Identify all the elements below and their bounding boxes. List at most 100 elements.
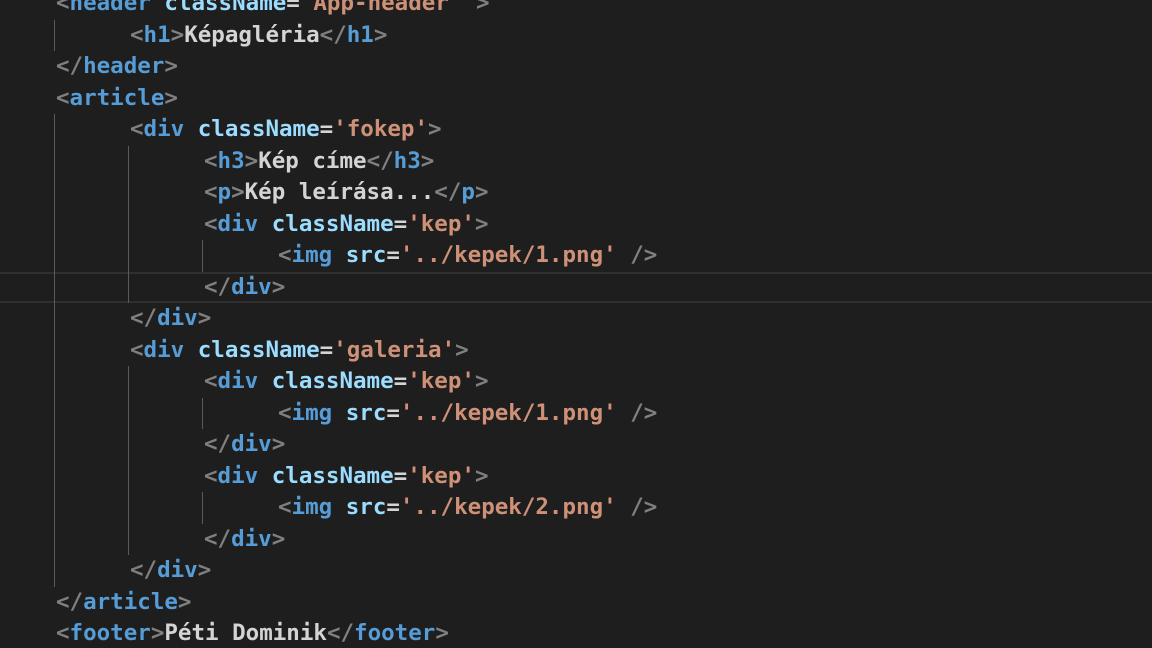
indent-guide	[54, 114, 55, 587]
code-token: header	[69, 0, 151, 16]
code-token: </	[56, 588, 84, 615]
code-token: src	[345, 494, 387, 520]
code-token: h3	[393, 147, 421, 174]
code-token: img	[291, 399, 333, 426]
code-line[interactable]: <div className='fokep'>	[0, 114, 1152, 146]
code-token: <	[278, 399, 292, 426]
code-editor[interactable]: <header className='App-header' > <h1>Képa…	[0, 0, 1152, 648]
code-token: </	[326, 620, 355, 646]
code-line[interactable]: <div className='kep'>	[0, 461, 1152, 493]
code-line-text: <div className='kep'>	[204, 366, 488, 398]
code-token: </	[319, 21, 347, 48]
code-line-text: </div>	[204, 524, 285, 556]
code-line[interactable]: <img src='../kepek/1.png' />	[0, 240, 1152, 272]
code-token: footer	[69, 620, 151, 646]
code-token: </	[56, 53, 84, 79]
code-line[interactable]: <footer>Péti Dominik</footer>	[0, 618, 1152, 648]
code-line[interactable]: </div>	[0, 524, 1152, 556]
code-token: <	[56, 84, 70, 111]
code-token: >	[271, 525, 286, 552]
code-line[interactable]: </header>	[0, 51, 1152, 83]
code-token: <	[56, 0, 70, 16]
code-token: className	[197, 116, 320, 142]
code-line[interactable]: <p>Kép leírása...</p>	[0, 177, 1152, 209]
code-token: =	[393, 462, 408, 489]
code-line[interactable]: <article>	[0, 83, 1152, 115]
code-token: <	[204, 147, 218, 174]
code-line[interactable]: <div className='kep'>	[0, 366, 1152, 398]
code-token: =	[319, 336, 334, 363]
code-line[interactable]: <header className='App-header' >	[0, 0, 1152, 20]
code-token: >	[177, 588, 192, 615]
code-token: >	[420, 147, 435, 174]
code-line[interactable]: </div>	[0, 303, 1152, 335]
code-token: className	[271, 368, 394, 394]
code-token: <	[130, 21, 144, 48]
code-line-text: </div>	[204, 429, 285, 461]
code-token: Kép leírása...	[244, 179, 435, 205]
active-code-line[interactable]: </div>	[0, 271, 1152, 303]
code-token: article	[69, 84, 165, 111]
code-token: Képagléria	[184, 21, 320, 48]
code-token: div	[143, 116, 185, 142]
code-token: <	[278, 242, 292, 268]
code-line[interactable]: <h3>Kép címe</h3>	[0, 146, 1152, 178]
code-token: />	[630, 494, 658, 520]
code-token: '../kepek/2.png'	[399, 494, 617, 520]
code-line[interactable]: <div className='kep'>	[0, 209, 1152, 241]
code-line-text: </header>	[56, 51, 178, 83]
code-line[interactable]: </div>	[0, 429, 1152, 461]
code-line[interactable]: </div>	[0, 555, 1152, 587]
code-token: src	[345, 242, 387, 268]
code-token: article	[83, 588, 178, 615]
code-token: </	[366, 147, 394, 174]
code-token: p	[217, 179, 232, 205]
code-token: >	[475, 0, 490, 16]
code-token: img	[291, 242, 333, 268]
code-line-text: </article>	[56, 587, 191, 619]
code-token: >	[231, 179, 245, 205]
code-line-text: </div>	[130, 555, 211, 587]
code-token: 'App-header'	[299, 0, 463, 16]
code-token: =	[286, 0, 300, 16]
code-token: Péti Dominik	[164, 620, 327, 646]
code-token: <	[56, 620, 70, 646]
code-token: div	[217, 462, 259, 489]
code-token: img	[291, 494, 333, 520]
code-line[interactable]: <img src='../kepek/2.png' />	[0, 492, 1152, 524]
indent-guide	[202, 492, 203, 524]
code-line[interactable]: <img src='../kepek/1.png' />	[0, 398, 1152, 430]
code-token: <	[278, 494, 292, 520]
code-token: div	[231, 431, 272, 457]
code-token: />	[630, 242, 658, 268]
code-token: </	[130, 305, 158, 331]
indent-guide	[128, 366, 129, 555]
code-token: =	[386, 494, 400, 520]
code-token: div	[217, 368, 259, 394]
code-token: =	[393, 210, 408, 237]
code-line[interactable]: </article>	[0, 587, 1152, 619]
code-token: >	[455, 336, 469, 363]
code-line-text: <p>Kép leírása...</p>	[204, 177, 488, 209]
code-token: 'galeria'	[333, 336, 456, 363]
code-token: 'kep'	[407, 462, 475, 489]
code-token: h1	[143, 21, 171, 48]
indent-guide	[202, 397, 203, 429]
code-line[interactable]: <h1>Képagléria</h1>	[0, 20, 1152, 52]
code-token: '../kepek/1.png'	[399, 242, 617, 268]
code-token: div	[231, 525, 272, 552]
code-line-text: <h3>Kép címe</h3>	[204, 146, 434, 178]
code-line-text: </div>	[130, 303, 211, 335]
code-line-text: <img src='../kepek/1.png' />	[278, 398, 657, 430]
code-line[interactable]: <div className='galeria'>	[0, 335, 1152, 367]
code-token: div	[143, 336, 185, 363]
